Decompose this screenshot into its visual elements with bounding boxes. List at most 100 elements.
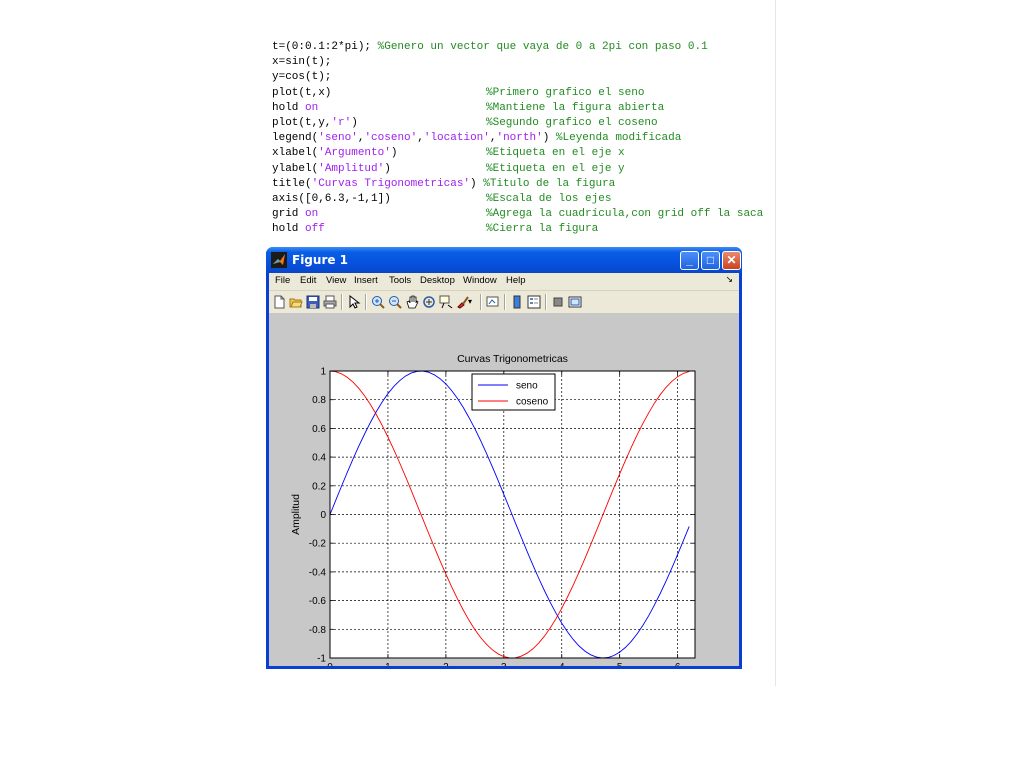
y-tick-label: 0.8	[312, 395, 326, 406]
menu-edit[interactable]: Edit	[300, 275, 316, 286]
menu-file[interactable]: File	[275, 275, 290, 286]
code-token: plot(t,y,	[272, 116, 332, 129]
y-tick-label: -0.6	[309, 596, 327, 607]
y-tick-label: 1	[320, 367, 326, 378]
zoom-out-icon[interactable]	[388, 295, 402, 309]
chart-title: Curvas Trigonometricas	[457, 353, 568, 365]
code-token: )	[384, 162, 391, 175]
y-tick-label: -1	[317, 654, 326, 665]
y-tick-label: -0.2	[309, 539, 327, 550]
window-title-bar[interactable]: Figure 1 _ □ ✕	[266, 247, 742, 273]
code-line: x=sin(t);	[272, 55, 708, 70]
code-keyword: 'Argumento'	[318, 147, 391, 160]
menu-view[interactable]: View	[326, 275, 346, 286]
code-comment: %Leyenda modificada	[555, 132, 682, 145]
x-tick-label: 0	[327, 662, 333, 666]
open-file-icon[interactable]	[289, 295, 303, 309]
code-comment: %Primero grafico el seno	[486, 86, 645, 99]
code-line: hold on %Mantiene la figura abierta	[272, 101, 708, 116]
code-comment: %Titulo de la figura	[483, 177, 616, 190]
code-keyword: 'north'	[496, 132, 543, 145]
x-tick-label: 2	[443, 662, 449, 666]
code-keyword: on	[305, 208, 319, 221]
menu-insert[interactable]: Insert	[354, 275, 378, 286]
menu-window[interactable]: Window	[463, 275, 497, 286]
code-line: plot(t,y,'r') %Segundo grafico el coseno	[272, 116, 708, 131]
toolbar-separator	[504, 294, 506, 310]
colorbar-icon[interactable]	[510, 295, 524, 309]
code-keyword: 'Amplitud'	[318, 162, 385, 175]
code-keyword: on	[305, 101, 319, 114]
y-axis-label: Amplitud	[290, 494, 302, 535]
edit-plot-arrow-icon[interactable]	[347, 295, 361, 309]
matlab-code-listing: t=(0:0.1:2*pi); %Genero un vector que va…	[272, 40, 763, 237]
code-line: t=(0:0.1:2*pi); %Genero un vector que va…	[272, 40, 708, 55]
code-line: hold off %Cierra la figura	[272, 222, 708, 237]
code-token: ylabel(	[272, 162, 319, 175]
toolbar-separator	[545, 294, 547, 310]
x-tick-label: 1	[385, 662, 391, 666]
y-tick-label: 0.2	[312, 481, 326, 492]
data-cursor-icon[interactable]	[439, 295, 453, 309]
code-line: y=cos(t);	[272, 70, 708, 85]
menu-overflow-icon[interactable]: ↘	[725, 274, 733, 285]
code-comment: %Agrega la cuadrícula,con grid off la sa…	[486, 208, 764, 221]
code-line: axis([0,6.3,-1,1]) %Escala de los ejes	[272, 192, 708, 207]
legend-icon[interactable]	[527, 295, 541, 309]
link-plot-icon[interactable]	[486, 295, 500, 309]
new-figure-icon[interactable]	[272, 295, 286, 309]
hide-plot-tools-icon[interactable]	[551, 295, 565, 309]
legend-label-seno: seno	[516, 381, 538, 392]
code-keyword: 'seno'	[318, 132, 358, 145]
code-line: title('Curvas Trigonometricas') %Titulo …	[272, 177, 708, 192]
rotate-3d-icon[interactable]	[422, 295, 436, 309]
legend-label-coseno: coseno	[516, 397, 549, 408]
code-token: t=(0:0.1:2*pi);	[272, 41, 378, 53]
menu-bar: File Edit View Insert Tools Desktop Wind…	[269, 273, 739, 290]
code-comment: %Escala de los ejes	[486, 192, 612, 205]
figure-client-area: File Edit View Insert Tools Desktop Wind…	[269, 273, 739, 666]
code-keyword: 'Curvas Trigonometricas'	[311, 177, 471, 190]
menu-desktop[interactable]: Desktop	[420, 275, 455, 286]
y-tick-label: 0	[320, 510, 326, 521]
minimize-button[interactable]: _	[680, 251, 699, 270]
code-comment: %Etiqueta en el eje y	[486, 162, 625, 175]
code-comment: %Mantiene la figura abierta	[486, 101, 665, 114]
code-token: hold	[272, 223, 306, 236]
maximize-button[interactable]: □	[701, 251, 720, 270]
figure-window[interactable]: Figure 1 _ □ ✕ File Edit View Insert Too…	[266, 247, 742, 669]
line-chart[interactable]: 0 1 2 3 4 5 6 -1 -0.8 -0.6 -0.4 -0.2 0 0.2 0.4 0.6 0.8 1 s…	[269, 313, 739, 666]
code-token: plot(t,x)	[272, 86, 332, 99]
toolbar-separator	[341, 294, 343, 310]
window-title: Figure 1	[292, 253, 349, 267]
code-comment: %Segundo grafico el coseno	[486, 116, 658, 129]
menu-help[interactable]: Help	[506, 275, 526, 286]
close-icon: ✕	[726, 253, 737, 267]
show-plot-tools-icon[interactable]	[568, 295, 582, 309]
print-icon[interactable]	[323, 295, 337, 309]
close-button[interactable]: ✕	[722, 251, 741, 270]
code-token: legend(	[272, 132, 319, 145]
pan-hand-icon[interactable]	[405, 295, 419, 309]
code-token: xlabel(	[272, 147, 319, 160]
code-line: ylabel('Amplitud') %Etiqueta en el eje y	[272, 162, 708, 177]
code-token: title(	[272, 177, 312, 190]
x-tick-label: 6	[675, 662, 681, 666]
code-token: )	[390, 147, 398, 160]
code-keyword: off	[305, 223, 325, 236]
code-token: )	[470, 177, 484, 190]
toolbar-separator	[480, 294, 482, 310]
y-tick-label: -0.8	[309, 625, 327, 636]
y-tick-label: 0.6	[312, 424, 326, 435]
toolbar-separator	[365, 294, 367, 310]
save-icon[interactable]	[306, 295, 320, 309]
page-divider	[775, 0, 776, 686]
code-token: ,	[417, 132, 424, 145]
code-token: hold	[272, 101, 306, 114]
x-tick-label: 3	[501, 662, 507, 666]
code-comment: %Etiqueta en el eje x	[486, 147, 625, 160]
x-tick-label: 4	[559, 662, 565, 666]
maximize-icon: □	[706, 253, 715, 267]
zoom-in-icon[interactable]	[371, 295, 385, 309]
menu-tools[interactable]: Tools	[389, 275, 411, 286]
